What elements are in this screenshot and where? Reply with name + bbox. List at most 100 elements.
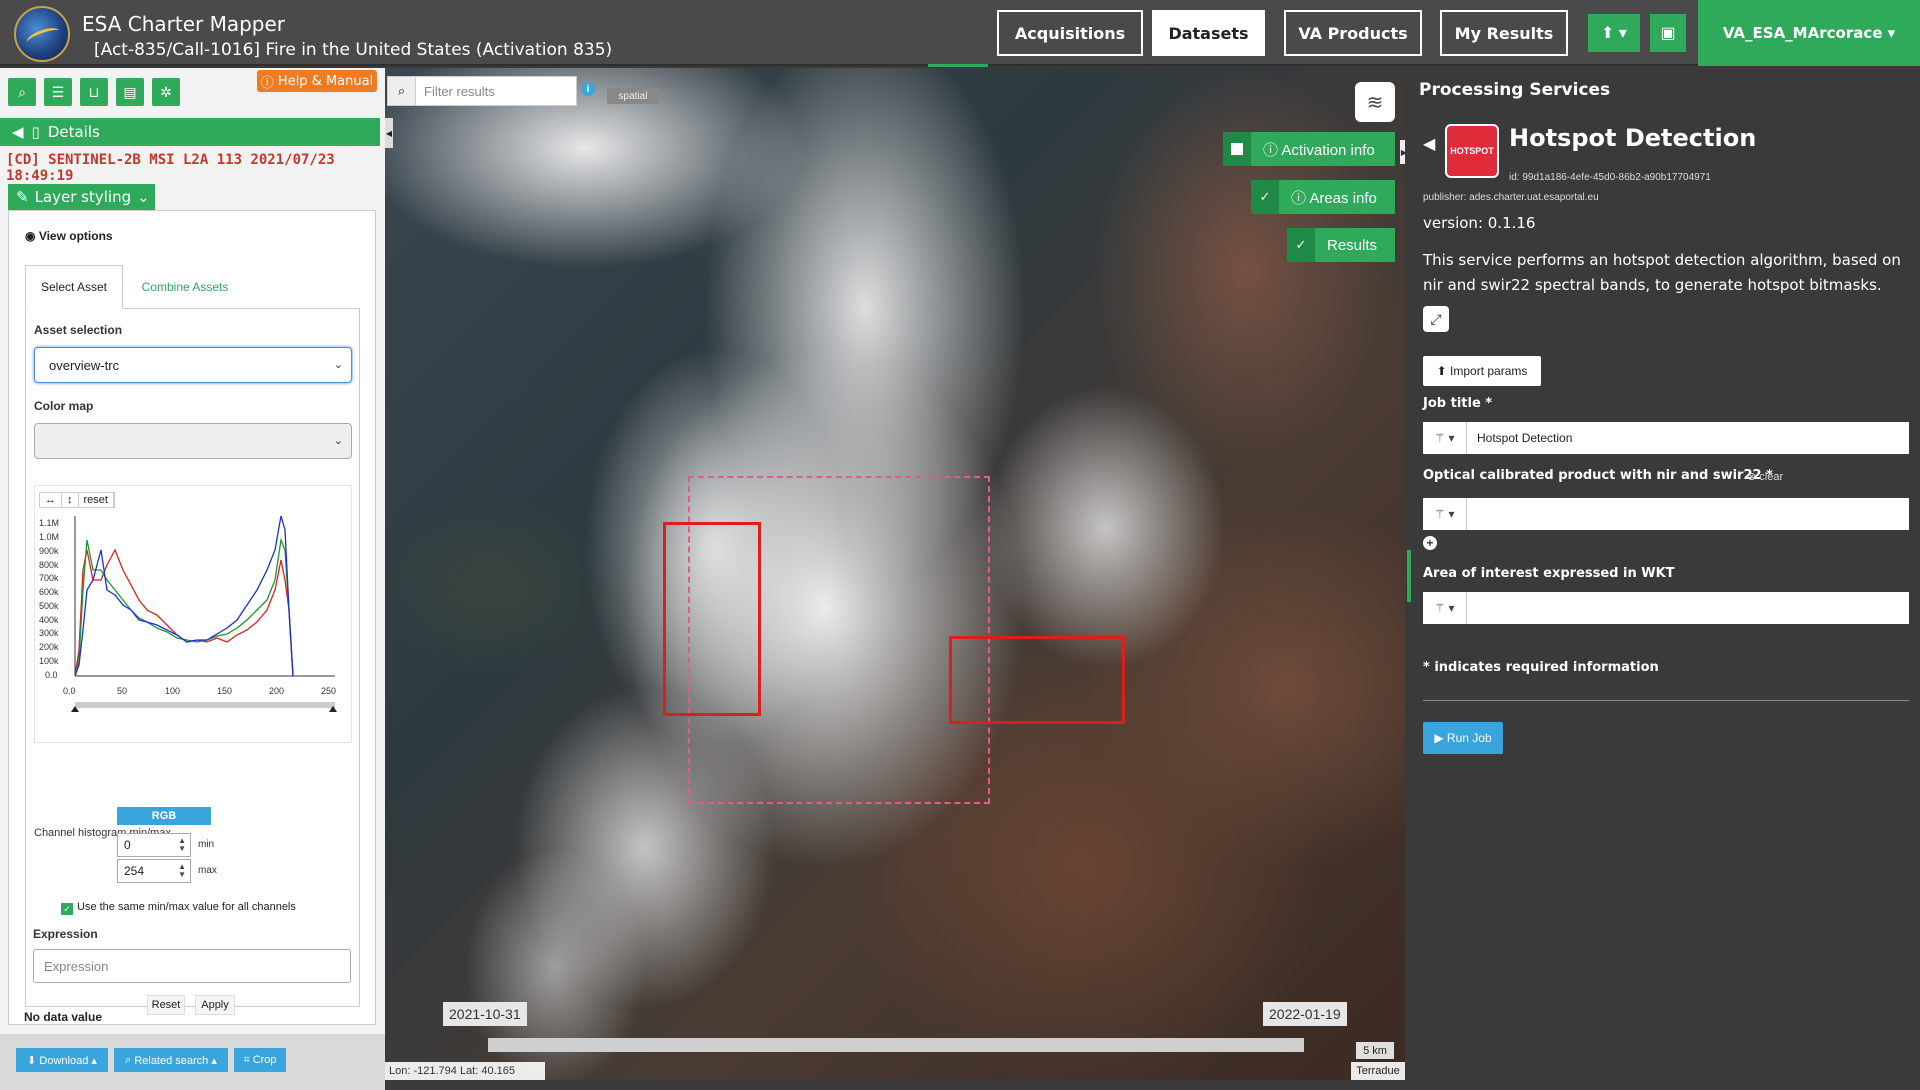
info-icon: ⓘ: [260, 75, 278, 91]
apply-button[interactable]: Apply: [195, 995, 235, 1015]
magic-wand-icon[interactable]: ⚚ ▾: [1423, 422, 1467, 454]
app-title: ESA Charter Mapper: [82, 12, 286, 36]
filter-results-box[interactable]: ⌕ Filter results: [387, 76, 577, 106]
layers-button[interactable]: ≋: [1355, 82, 1395, 122]
red-channel-line: [74, 548, 294, 677]
nav-my-results[interactable]: My Results: [1440, 10, 1568, 56]
checkbox-checked-icon[interactable]: ✓: [1251, 180, 1279, 214]
active-field-indicator: [1407, 550, 1411, 602]
filter-results-input[interactable]: Filter results: [416, 84, 495, 99]
basket-icon[interactable]: ⊔: [80, 78, 108, 106]
areas-info-button[interactable]: ✓ ⓘ Areas info: [1251, 180, 1395, 214]
y-tick: 600k: [39, 587, 59, 597]
nav-datasets[interactable]: Datasets: [1152, 10, 1265, 56]
aoi-wkt-field[interactable]: ⚚ ▾: [1423, 592, 1909, 624]
play-icon: ▶: [1434, 731, 1447, 745]
run-job-button[interactable]: ▶ Run Job: [1423, 722, 1503, 754]
search-icon[interactable]: ⌕: [8, 78, 36, 106]
settings-icon[interactable]: ✲: [152, 78, 180, 106]
info-icon: ⓘ: [1291, 189, 1310, 207]
histogram-range-track[interactable]: [75, 702, 335, 708]
checkbox-checked-icon[interactable]: ✓: [1287, 228, 1315, 262]
activation-info-button[interactable]: ⓘ Activation info: [1223, 132, 1395, 166]
vertical-resize-icon[interactable]: ↕: [62, 493, 79, 507]
details-header[interactable]: ◀ ▯ Details: [0, 118, 380, 146]
aoi-wkt-label: Area of interest expressed in WKT: [1423, 566, 1675, 581]
document-icon: ▯: [31, 123, 40, 141]
service-publisher: publisher: ades.charter.uat.esaportal.eu: [1423, 192, 1599, 203]
crop-button[interactable]: ⌗ Crop: [234, 1048, 286, 1072]
tab-select-asset[interactable]: Select Asset: [25, 265, 123, 309]
chevron-down-icon: ⌄: [137, 188, 150, 206]
timeline-end-date: 2022-01-19: [1263, 1002, 1347, 1026]
asset-selection-select[interactable]: overview-trc ⌄: [34, 347, 352, 383]
asset-selection-label: Asset selection: [34, 323, 123, 337]
archive-icon[interactable]: ▤: [116, 78, 144, 106]
spatial-filter-tag[interactable]: spatial: [607, 88, 659, 104]
map-view[interactable]: ◀ ⌕ Filter results i spatial ≋ ⓘ Activat…: [385, 68, 1405, 1080]
hotspot-box: [949, 636, 1125, 724]
color-map-select[interactable]: ⌄: [34, 423, 352, 459]
back-chevron-icon[interactable]: ◀: [1423, 134, 1435, 154]
asset-tabs: Select Asset Combine Assets: [25, 265, 360, 309]
expression-input[interactable]: Expression: [33, 949, 351, 983]
chevron-down-icon: ⌄: [333, 359, 343, 371]
hotspot-box: [663, 522, 761, 716]
y-tick: 800k: [39, 560, 59, 570]
product-title: [CD] SENTINEL-2B MSI L2A 113 2021/07/23 …: [6, 152, 335, 184]
horizontal-resize-icon[interactable]: ↔: [40, 493, 62, 507]
collapse-left-panel-icon[interactable]: ◀: [385, 118, 393, 148]
download-button[interactable]: ⬇ Download ▴: [16, 1048, 108, 1072]
chevron-down-icon: ⌄: [333, 435, 343, 447]
left-panel: ⌕ ☰ ⊔ ▤ ✲ ⓘ Help & Manual ◀ ▯ Details [C…: [0, 68, 385, 1090]
magic-wand-icon[interactable]: ⚚ ▾: [1423, 592, 1467, 624]
info-icon[interactable]: i: [581, 82, 595, 96]
job-title-input[interactable]: Hotspot Detection: [1467, 431, 1572, 445]
y-tick: 400k: [39, 615, 59, 625]
stepper-icon[interactable]: ▲ ▼: [178, 837, 186, 853]
histogram-plot: 1.1M 1.0M 900k 800k 700k 600k 500k 400k …: [39, 515, 337, 712]
add-icon[interactable]: +: [1423, 536, 1437, 550]
tab-combine-assets[interactable]: Combine Assets: [125, 265, 245, 309]
rgb-channel-tag[interactable]: RGB: [117, 807, 211, 825]
timeline-slider[interactable]: [488, 1038, 1304, 1052]
briefcase-button[interactable]: ▣: [1650, 14, 1686, 52]
same-minmax-checkbox[interactable]: ✓: [61, 903, 73, 915]
green-channel-line: [74, 537, 294, 677]
reset-button[interactable]: Reset: [147, 995, 185, 1015]
required-note: * indicates required information: [1423, 660, 1659, 675]
layer-styling-toggle[interactable]: ✎ Layer styling ⌄: [8, 184, 155, 210]
stepper-icon[interactable]: ▲ ▼: [178, 863, 186, 879]
clear-button[interactable]: ⊗ clear: [1747, 470, 1783, 483]
y-tick: 700k: [39, 573, 59, 583]
view-options-heading: ◉ View options: [25, 229, 113, 243]
job-title-field[interactable]: ⚚ ▾ Hotspot Detection: [1423, 422, 1909, 454]
share-icon[interactable]: ⤢: [1423, 306, 1449, 332]
nav-acquisitions[interactable]: Acquisitions: [997, 10, 1143, 56]
job-title-label: Job title *: [1423, 396, 1493, 411]
x-tick: 50: [117, 686, 127, 696]
histogram-reset-button[interactable]: reset: [79, 493, 114, 507]
results-button[interactable]: ✓ Results: [1287, 228, 1395, 262]
user-menu[interactable]: VA_ESA_MArcorace ▾: [1698, 0, 1920, 66]
magic-wand-icon[interactable]: ⚚ ▾: [1423, 498, 1467, 530]
nav-va-products[interactable]: VA Products: [1284, 10, 1422, 56]
related-search-button[interactable]: ⌕ Related search ▴: [114, 1048, 228, 1072]
service-title: Hotspot Detection: [1509, 124, 1757, 152]
max-value-input[interactable]: 254 ▲ ▼: [117, 859, 191, 883]
min-value-input[interactable]: 0 ▲ ▼: [117, 833, 191, 857]
checkbox-unchecked-icon[interactable]: [1223, 132, 1251, 166]
y-tick: 300k: [39, 628, 59, 638]
import-params-button[interactable]: ⬆ Import params: [1423, 356, 1541, 386]
optical-product-field[interactable]: ⚚ ▾: [1423, 498, 1909, 530]
layer-styling-panel: ◉ View options Select Asset Combine Asse…: [8, 210, 376, 1025]
upload-dropdown-button[interactable]: ⬆ ▾: [1588, 14, 1640, 52]
list-icon[interactable]: ☰: [44, 78, 72, 106]
hotspot-service-icon: HOTSPOT: [1445, 124, 1499, 178]
y-tick: 500k: [39, 601, 59, 611]
help-manual-button[interactable]: ⓘ Help & Manual: [257, 70, 377, 92]
eye-icon: ◉: [25, 229, 39, 243]
chevron-left-icon[interactable]: ◀: [12, 123, 24, 141]
briefcase-icon: ▣: [1660, 25, 1676, 42]
info-icon: ⓘ: [1263, 141, 1282, 159]
